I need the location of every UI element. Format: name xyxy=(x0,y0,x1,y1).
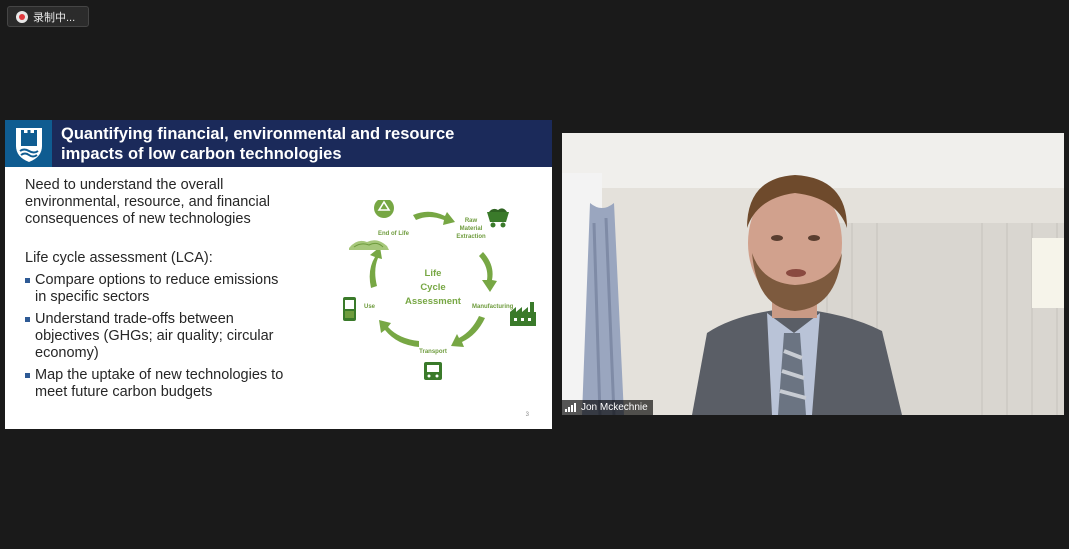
shared-slide: Quantifying financial, environmental and… xyxy=(5,120,552,429)
slide-intro: Need to understand the overall environme… xyxy=(25,177,325,228)
participant-video[interactable]: Jon Mckechnie xyxy=(562,133,1064,415)
diagram-center-label: Cycle xyxy=(420,282,445,293)
recycle-icon xyxy=(374,200,394,218)
mining-cart-icon xyxy=(487,208,509,228)
lca-heading: Life cycle assessment (LCA): xyxy=(25,250,213,266)
slide-page-number: 3 xyxy=(525,412,529,418)
intro-line: environmental, resource, and financial xyxy=(25,194,271,210)
bullet-line: meet future carbon budgets xyxy=(35,384,213,400)
factory-icon xyxy=(510,302,536,326)
arrow-transport-to-use xyxy=(379,320,419,347)
diagram-center-label: Life xyxy=(425,268,442,279)
stage-label-raw-material: Material xyxy=(460,226,483,232)
university-logo xyxy=(5,120,52,167)
arrow-manufacturing-to-transport xyxy=(451,316,485,347)
slide-title-line: impacts of low carbon technologies xyxy=(61,145,342,163)
stage-label-raw-material: Raw xyxy=(465,218,478,224)
stage-label-use: Use xyxy=(364,304,376,310)
recording-label: 录制中... xyxy=(33,11,76,24)
intro-line: consequences of new technologies xyxy=(25,211,251,227)
stage-label-transport: Transport xyxy=(419,349,447,355)
bullet-line: Compare options to reduce emissions xyxy=(35,272,279,288)
bullet-line: economy) xyxy=(35,345,99,361)
recording-icon xyxy=(16,10,28,23)
bullet-line: Understand trade-offs between xyxy=(35,311,234,327)
signal-strength-icon xyxy=(565,403,577,412)
stage-label-end-of-life: End of Life xyxy=(378,231,410,237)
bullet-line: Map the uptake of new technologies to xyxy=(35,367,284,383)
bullet-item: Map the uptake of new technologies to me… xyxy=(25,367,325,401)
stage-label-manufacturing: Manufacturing xyxy=(472,304,514,310)
arrow-eol-to-raw xyxy=(413,211,455,225)
arrow-raw-to-manufacturing xyxy=(479,252,497,292)
participant-name: Jon Mckechnie xyxy=(581,402,648,413)
intro-line: Need to understand the overall xyxy=(25,177,224,193)
bullet-list: Compare options to reduce emissions in s… xyxy=(25,272,325,401)
slide-header: Quantifying financial, environmental and… xyxy=(5,120,552,167)
participant-name-tag: Jon Mckechnie xyxy=(562,400,653,415)
waste-icon xyxy=(349,240,389,250)
bus-icon xyxy=(424,362,442,380)
life-cycle-diagram: End of Life Raw Material Extraction Manu… xyxy=(343,200,536,380)
bullet-item: Understand trade-offs between objectives… xyxy=(25,311,325,362)
recording-indicator[interactable]: 录制中... xyxy=(7,6,89,27)
phone-icon xyxy=(343,297,356,321)
diagram-center-label: Assessment xyxy=(405,296,462,307)
video-frame xyxy=(562,133,1064,415)
bullet-line: in specific sectors xyxy=(35,289,150,305)
slide-title: Quantifying financial, environmental and… xyxy=(61,124,541,164)
bullet-item: Compare options to reduce emissions in s… xyxy=(25,272,325,306)
stage-label-raw-material: Extraction xyxy=(456,234,486,240)
slide-body: Need to understand the overall environme… xyxy=(25,177,325,406)
bullet-line: objectives (GHGs; air quality; circular xyxy=(35,328,274,344)
slide-title-line: Quantifying financial, environmental and… xyxy=(61,125,455,143)
arrow-use-to-eol xyxy=(369,247,382,288)
